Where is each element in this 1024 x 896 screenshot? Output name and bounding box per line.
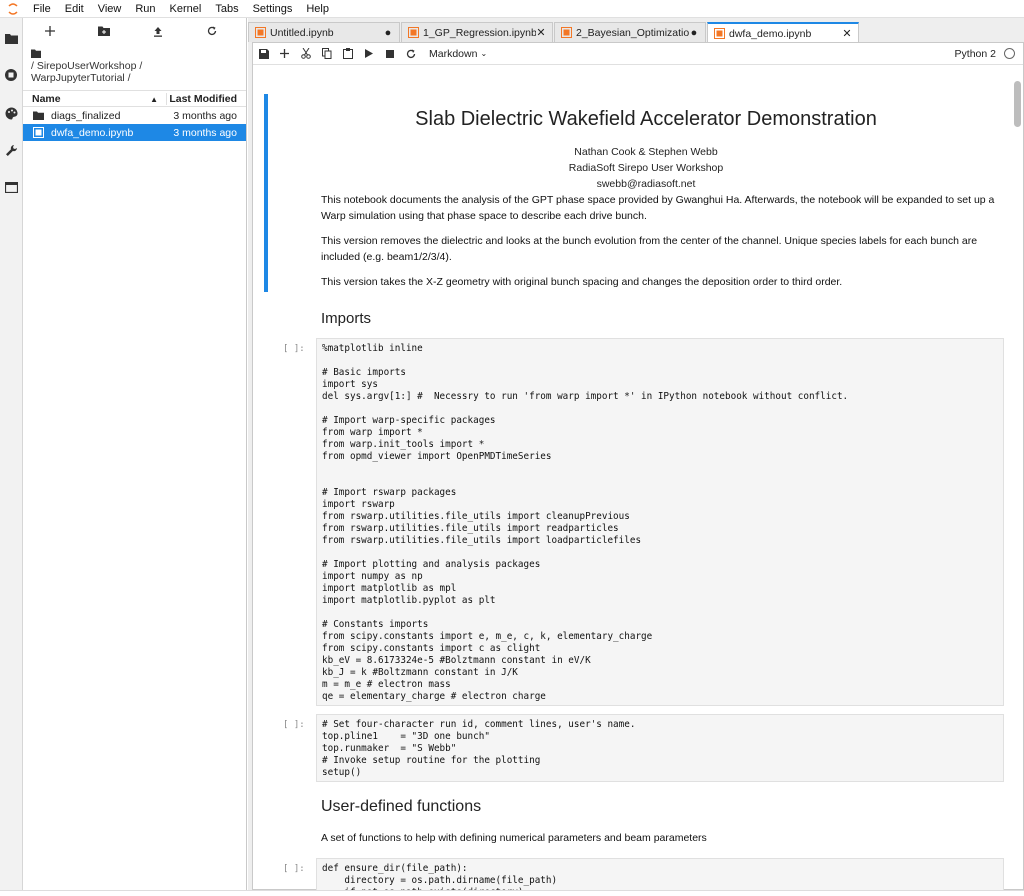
stop-icon[interactable] bbox=[379, 44, 400, 64]
new-folder-button[interactable] bbox=[77, 18, 131, 44]
email: swebb@radiasoft.net bbox=[596, 178, 696, 190]
jupyter-logo-icon bbox=[0, 0, 26, 18]
column-name-label: Name bbox=[32, 92, 61, 105]
intro-paragraph-1: This notebook documents the analysis of … bbox=[321, 194, 995, 222]
code-cell-imports[interactable]: %matplotlib inline # Basic imports impor… bbox=[316, 338, 1004, 706]
main-area: Untitled.ipynb ● 1_GP_Regression.ipynb ✕… bbox=[248, 18, 1024, 890]
run-icon[interactable] bbox=[358, 44, 379, 64]
breadcrumb: / SirepoUserWorkshop / WarpJupyterTutori… bbox=[23, 44, 246, 86]
code-source: %matplotlib inline # Basic imports impor… bbox=[322, 343, 849, 702]
code-source: def ensure_dir(file_path): directory = o… bbox=[322, 863, 558, 890]
left-sidebar bbox=[0, 18, 23, 890]
notebook-icon bbox=[255, 27, 266, 38]
file-name: diags_finalized bbox=[51, 109, 121, 122]
upload-button[interactable] bbox=[131, 18, 185, 44]
status-bar bbox=[0, 890, 1024, 896]
code-source: # Set four-character run id, comment lin… bbox=[322, 719, 636, 778]
file-modified: 3 months ago bbox=[173, 109, 237, 122]
refresh-button[interactable] bbox=[185, 18, 239, 44]
save-icon[interactable] bbox=[253, 44, 274, 64]
file-browser-toolbar bbox=[23, 18, 246, 44]
chevron-down-icon: ⌄ bbox=[480, 49, 488, 58]
authors: Nathan Cook & Stephen Webb bbox=[574, 146, 718, 158]
file-modified: 3 months ago bbox=[173, 126, 237, 139]
file-row-diags-finalized[interactable]: diags_finalized 3 months ago bbox=[23, 107, 246, 124]
menu-kernel[interactable]: Kernel bbox=[163, 0, 209, 18]
notebook-icon bbox=[561, 27, 572, 38]
cell-prompt: [ ]: bbox=[283, 864, 305, 874]
close-icon[interactable]: ✕ bbox=[536, 26, 546, 39]
intro-paragraph-3: This version takes the X-Z geometry with… bbox=[321, 276, 843, 288]
folder-icon[interactable] bbox=[3, 30, 19, 46]
palette-icon[interactable] bbox=[3, 105, 19, 121]
tab-untitled[interactable]: Untitled.ipynb ● bbox=[248, 22, 400, 42]
paste-icon[interactable] bbox=[337, 44, 358, 64]
cell-type-select[interactable]: Markdown ⌄ bbox=[429, 48, 487, 60]
copy-icon[interactable] bbox=[316, 44, 337, 64]
code-cell-setup[interactable]: # Set four-character run id, comment lin… bbox=[316, 714, 1004, 782]
cell-type-value: Markdown bbox=[429, 47, 478, 60]
functions-paragraph: A set of functions to help with defining… bbox=[321, 832, 707, 844]
tab-label: Untitled.ipynb bbox=[270, 26, 334, 39]
cut-icon[interactable] bbox=[295, 44, 316, 64]
notebook-icon bbox=[33, 127, 47, 138]
menu-bar: File Edit View Run Kernel Tabs Settings … bbox=[0, 0, 1024, 18]
column-modified-header[interactable]: Last Modified bbox=[166, 92, 246, 105]
cell-prompt: [ ]: bbox=[283, 720, 305, 730]
tabs-icon[interactable] bbox=[3, 179, 19, 195]
menu-settings[interactable]: Settings bbox=[246, 0, 300, 18]
new-launcher-button[interactable] bbox=[23, 18, 77, 44]
breadcrumb-path[interactable]: / SirepoUserWorkshop / WarpJupyterTutori… bbox=[31, 60, 238, 84]
scrollbar-thumb[interactable] bbox=[1014, 81, 1021, 127]
tab-label: 1_GP_Regression.ipynb bbox=[423, 26, 536, 39]
kernel-name[interactable]: Python 2 bbox=[955, 48, 996, 60]
tab-gp-regression[interactable]: 1_GP_Regression.ipynb ✕ bbox=[401, 22, 553, 42]
insert-cell-icon[interactable] bbox=[274, 44, 295, 64]
notebook-title: Slab Dielectric Wakefield Accelerator De… bbox=[415, 108, 877, 130]
notebook-panel: Markdown ⌄ Python 2 Slab Dielectric Wake… bbox=[252, 42, 1024, 890]
home-folder-icon[interactable] bbox=[31, 46, 238, 60]
sort-asc-icon: ▲ bbox=[150, 94, 158, 104]
kernel-status-icon bbox=[1004, 48, 1015, 59]
column-name-header[interactable]: Name ▲ bbox=[23, 93, 166, 105]
tab-bayesian-optimization[interactable]: 2_Bayesian_Optimization.ip ● bbox=[554, 22, 706, 42]
menu-tabs[interactable]: Tabs bbox=[208, 0, 245, 18]
organization: RadiaSoft Sirepo User Workshop bbox=[568, 162, 724, 174]
tab-bar: Untitled.ipynb ● 1_GP_Regression.ipynb ✕… bbox=[248, 22, 1024, 43]
file-row-dwfa-demo[interactable]: dwfa_demo.ipynb 3 months ago bbox=[23, 124, 246, 141]
running-icon[interactable] bbox=[3, 67, 19, 83]
tab-label: dwfa_demo.ipynb bbox=[729, 27, 812, 40]
code-cell-functions[interactable]: def ensure_dir(file_path): directory = o… bbox=[316, 858, 1004, 890]
tab-dwfa-demo[interactable]: dwfa_demo.ipynb ✕ bbox=[707, 22, 859, 43]
notebook-icon bbox=[714, 28, 725, 39]
heading-user-functions: User-defined functions bbox=[321, 798, 482, 815]
menu-help[interactable]: Help bbox=[299, 0, 336, 18]
wrench-icon[interactable] bbox=[3, 142, 19, 158]
menu-edit[interactable]: Edit bbox=[58, 0, 91, 18]
file-list-header: Name ▲ Last Modified bbox=[23, 90, 246, 107]
intro-paragraph-2: This version removes the dielectric and … bbox=[321, 235, 978, 263]
close-icon[interactable]: ✕ bbox=[842, 27, 852, 40]
restart-icon[interactable] bbox=[400, 44, 421, 64]
unsaved-dot-icon[interactable]: ● bbox=[689, 27, 699, 39]
menu-view[interactable]: View bbox=[91, 0, 129, 18]
menu-file[interactable]: File bbox=[26, 0, 58, 18]
notebook-content[interactable]: Slab Dielectric Wakefield Accelerator De… bbox=[253, 66, 1013, 890]
notebook-toolbar: Markdown ⌄ Python 2 bbox=[253, 43, 1023, 65]
notebook-scrollbar[interactable] bbox=[1014, 67, 1021, 887]
active-cell-marker bbox=[264, 94, 268, 292]
folder-icon bbox=[33, 111, 47, 120]
tab-label: 2_Bayesian_Optimization.ip bbox=[576, 26, 689, 39]
heading-imports: Imports bbox=[321, 310, 372, 327]
file-browser: / SirepoUserWorkshop / WarpJupyterTutori… bbox=[23, 18, 247, 890]
menu-run[interactable]: Run bbox=[128, 0, 162, 18]
unsaved-dot-icon[interactable]: ● bbox=[383, 27, 393, 39]
cell-prompt: [ ]: bbox=[283, 344, 305, 354]
notebook-icon bbox=[408, 27, 419, 38]
file-name: dwfa_demo.ipynb bbox=[51, 126, 134, 139]
